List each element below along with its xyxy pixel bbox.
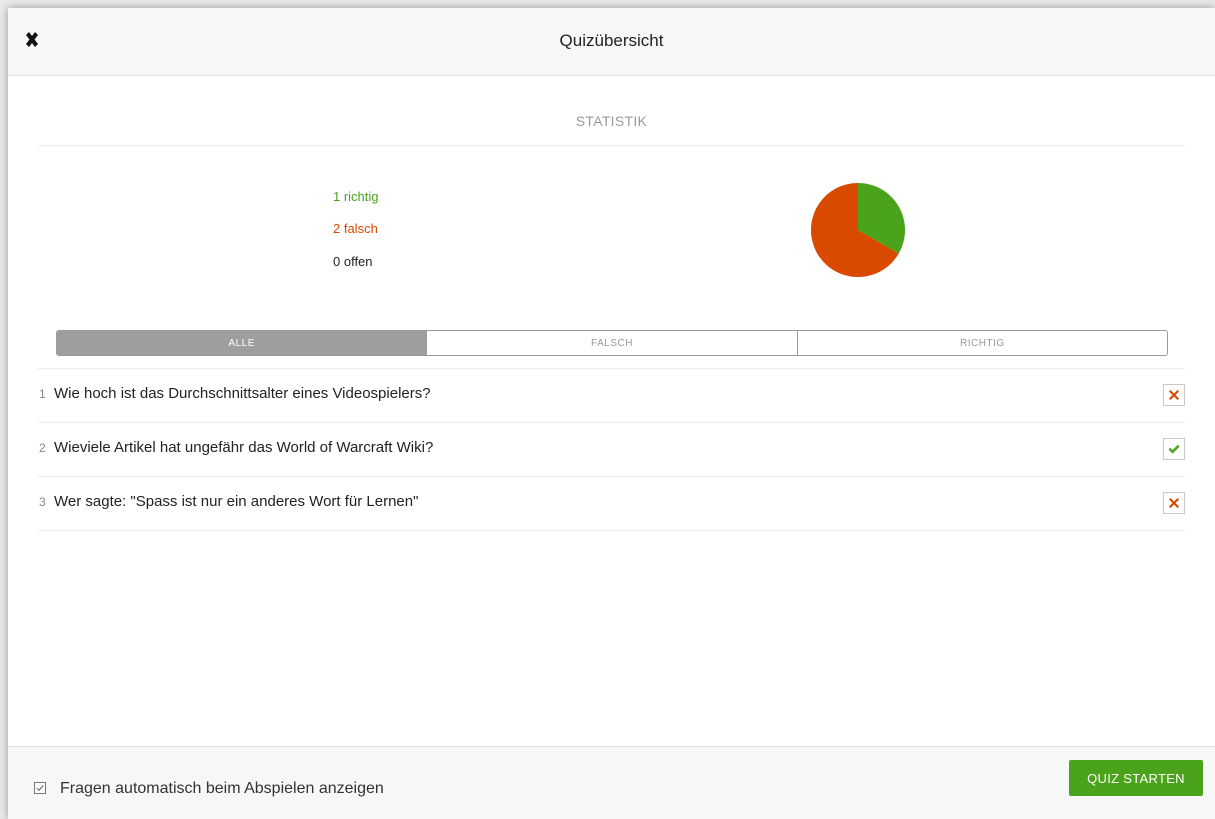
question-row[interactable]: 3 Wer sagte: "Spass ist nur ein anderes … [38,477,1185,531]
legend-correct: 1 richtig [333,189,379,204]
checkmark-icon [36,785,44,792]
tab-falsch[interactable]: FALSCH [426,331,796,355]
legend-open: 0 offen [333,254,373,269]
question-text: Wer sagte: "Spass ist nur ein anderes Wo… [54,493,419,510]
auto-show-checkbox[interactable] [34,782,46,794]
legend-wrong: 2 falsch [333,221,378,236]
question-text: Wieviele Artikel hat ungefähr das World … [54,439,434,456]
question-row[interactable]: 1 Wie hoch ist das Durchschnittsalter ei… [38,369,1185,423]
divider [38,145,1185,146]
modal-header: Quizübersicht [8,8,1215,76]
wrong-icon [1163,492,1185,514]
filter-tabs: ALLE FALSCH RICHTIG [56,330,1168,356]
statistics-heading: STATISTIK [575,113,648,129]
tab-alle[interactable]: ALLE [57,331,427,355]
quiz-overview-modal: Quizübersicht STATISTIK 1 richtig 2 fals… [8,8,1215,819]
wrong-icon [1163,384,1185,406]
question-number: 2 [39,441,46,455]
auto-show-label[interactable]: Fragen automatisch beim Abspielen anzeig… [60,780,384,798]
tab-richtig[interactable]: RICHTIG [796,331,1167,355]
question-row[interactable]: 2 Wieviele Artikel hat ungefähr das Worl… [38,423,1185,477]
question-text: Wie hoch ist das Durchschnittsalter eine… [54,385,431,402]
check-icon [1163,438,1185,460]
question-number: 1 [39,387,46,401]
results-pie-chart [810,182,906,278]
page-title: Quizübersicht [559,31,664,50]
start-quiz-button[interactable]: QUIZ STARTEN [1069,760,1203,796]
modal-footer: Fragen automatisch beim Abspielen anzeig… [8,746,1215,819]
question-number: 3 [39,495,46,509]
